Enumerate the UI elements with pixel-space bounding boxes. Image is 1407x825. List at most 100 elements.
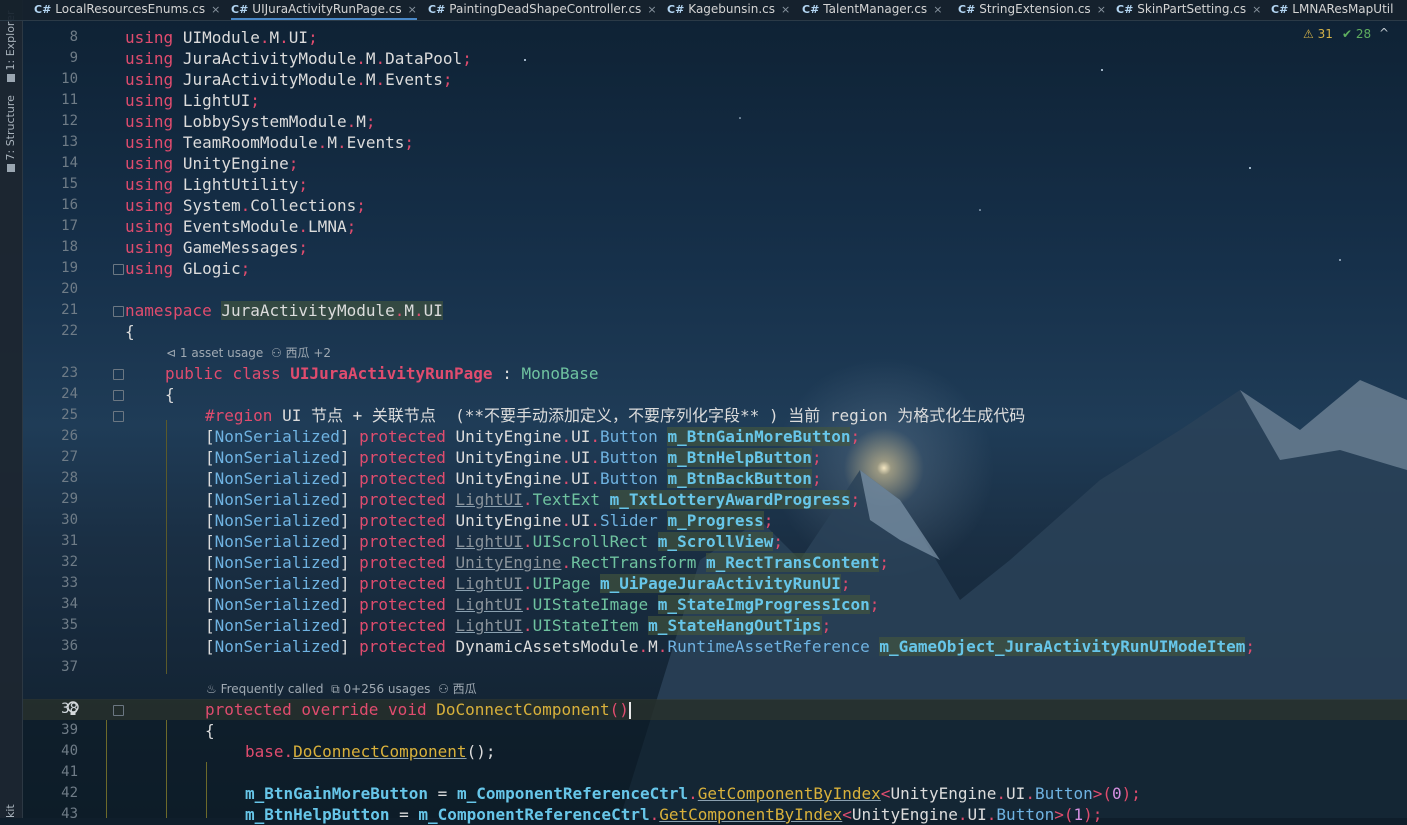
angle: >( [1092, 784, 1113, 803]
keyword: protected [359, 469, 446, 488]
bottom-toolwindow-button[interactable]: kit [4, 800, 17, 818]
lightbulb-icon[interactable] [66, 701, 80, 717]
line-number: 25 [61, 407, 78, 423]
tab-ui-jura-activity-run-page[interactable]: C# UIJuraActivityRunPage.cs × [231, 0, 417, 20]
punct: ; [763, 511, 774, 530]
type-name: UIPage [532, 574, 591, 593]
usages-icon: ⧉ [331, 682, 340, 696]
close-icon[interactable]: × [933, 3, 942, 16]
fold-marker[interactable] [113, 390, 124, 401]
warning-count-value: 31 [1317, 27, 1333, 41]
field-declaration-line: [NonSerialized] protected UnityEngine.UI… [205, 426, 860, 447]
dot: . [283, 742, 294, 761]
line-number: 19 [61, 260, 78, 276]
keyword: protected [359, 595, 446, 614]
method-call: GetComponentByIndex [659, 805, 843, 824]
tab-local-resources-enums[interactable]: C# LocalResourcesEnums.cs × [34, 0, 220, 20]
close-icon[interactable]: × [647, 3, 656, 16]
semicolon: ; [250, 91, 260, 110]
punct [870, 637, 880, 656]
tab-kagebunsin[interactable]: C# Kagebunsin.cs × [667, 0, 790, 20]
dot: . [657, 637, 668, 656]
namespace: UnityEngine [182, 154, 289, 173]
line-number: 27 [61, 449, 78, 465]
csharp-file-icon: C# [231, 3, 249, 16]
code-line: using UnityEngine; [125, 153, 298, 174]
punct [639, 616, 649, 635]
dot: . [414, 301, 424, 320]
field-name: m_BtnBackButton [667, 469, 812, 488]
close-icon[interactable]: × [781, 3, 790, 16]
type-namespace: UnityEngine [455, 511, 562, 530]
tab-painting-dead-shape-controller[interactable]: C# PaintingDeadShapeController.cs × [428, 0, 657, 20]
code-line: using System.Collections; [125, 195, 366, 216]
dot: . [561, 448, 572, 467]
punct: ; [811, 469, 822, 488]
semicolon: ; [365, 112, 376, 131]
namespace: LightUtility [182, 175, 299, 194]
attribute: NonSerialized [214, 574, 340, 593]
keyword: using [125, 70, 174, 89]
code-line: using LightUtility; [125, 174, 308, 195]
close-icon[interactable]: × [408, 3, 417, 16]
namespace: UI [423, 301, 443, 320]
fold-marker[interactable] [113, 306, 124, 317]
type-name: RectTransform [571, 553, 697, 572]
method-usage-hint[interactable]: ♨ Frequently called ⧉ 0+256 usages ⚇ 西瓜 [206, 680, 477, 698]
inspection-widget[interactable]: ⚠ 31 ✔ 28 ^ [1297, 20, 1407, 50]
dot: . [522, 595, 533, 614]
semicolon: ; [240, 259, 251, 278]
dot: . [336, 133, 347, 152]
type-namespace: UI [571, 511, 591, 530]
punct: [ [205, 427, 215, 446]
chevron-up-icon[interactable]: ^ [1379, 26, 1389, 40]
tab-skin-part-setting[interactable]: C# SkinPartSetting.cs × [1116, 0, 1261, 20]
field-declaration-line: [NonSerialized] protected LightUI.UIStat… [205, 594, 879, 615]
user-icon: ⚇ [270, 346, 282, 360]
namespace: Events [385, 70, 443, 89]
keyword: protected [359, 637, 446, 656]
structure-toolwindow-button[interactable]: 7: Structure [4, 95, 17, 176]
fold-marker[interactable] [113, 411, 124, 422]
keyword: protected [359, 448, 446, 467]
fold-marker[interactable] [113, 369, 124, 380]
tab-talent-manager[interactable]: C# TalentManager.cs × [802, 0, 942, 20]
fold-marker[interactable] [113, 705, 124, 716]
line-number: 13 [61, 134, 78, 150]
field-ref: m_ComponentReferenceCtrl [418, 805, 650, 824]
field-declaration-line: [NonSerialized] protected UnityEngine.UI… [205, 447, 822, 468]
punct: [ [205, 553, 215, 572]
close-icon[interactable]: × [1097, 3, 1106, 16]
line-number: 35 [61, 617, 78, 633]
keyword: protected [359, 574, 446, 593]
tab-lmna-res-map-util[interactable]: C# LMNAResMapUtil [1271, 0, 1393, 20]
type: UI [1006, 784, 1026, 803]
code-line: { [205, 720, 215, 741]
field-declaration-line: [NonSerialized] protected LightUI.UIPage… [205, 573, 850, 594]
line-number: 40 [61, 743, 78, 759]
namespace: JuraActivityModule [182, 70, 357, 89]
semicolon: ; [298, 238, 309, 257]
dot: . [317, 133, 328, 152]
structure-icon [7, 164, 15, 172]
field-name: m_BtnHelpButton [667, 448, 812, 467]
field-declaration-line: [NonSerialized] protected LightUI.UIScro… [205, 531, 783, 552]
field-name: m_RectTransContent [705, 553, 880, 572]
check-icon: ✔ [1342, 27, 1353, 41]
namespace: M [404, 301, 415, 320]
class-usage-hint[interactable]: ⊲ 1 asset usage ⚇ 西瓜 +2 [166, 344, 331, 362]
tab-label: TalentManager.cs [823, 2, 928, 16]
fold-marker[interactable] [113, 264, 124, 275]
keyword: using [125, 238, 174, 257]
namespace: UIModule [182, 28, 260, 47]
dot: . [356, 49, 366, 68]
code-line: namespace JuraActivityModule.M.UI [125, 300, 443, 321]
attribute: NonSerialized [214, 532, 340, 551]
keyword: namespace [125, 301, 212, 320]
close-icon[interactable]: × [1252, 3, 1261, 16]
close-icon[interactable]: × [211, 3, 220, 16]
keyword: using [125, 133, 174, 152]
line-number: 11 [61, 92, 78, 108]
keyword: protected [205, 700, 292, 719]
tab-string-extension[interactable]: C# StringExtension.cs × [958, 0, 1106, 20]
